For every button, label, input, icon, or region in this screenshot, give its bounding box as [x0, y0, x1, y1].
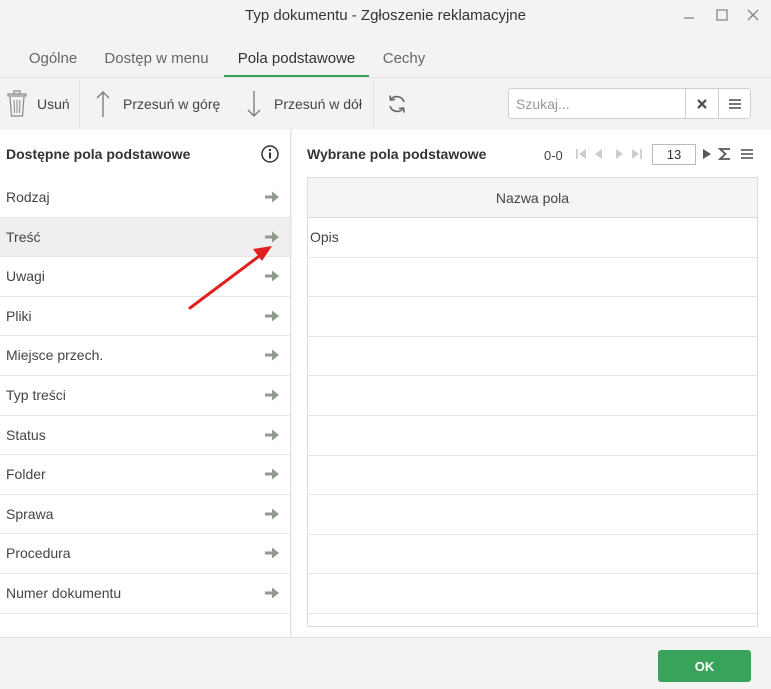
table-row[interactable] [308, 456, 757, 496]
table-row[interactable] [308, 416, 757, 456]
available-field-item[interactable]: Numer dokumentu [0, 574, 290, 614]
menu-icon [729, 98, 741, 109]
available-field-label: Miejsce przech. [6, 347, 104, 364]
search-menu-button[interactable] [718, 89, 751, 118]
pager-range: 0-0 [544, 148, 563, 163]
info-icon[interactable] [261, 145, 279, 163]
search-box [508, 88, 751, 119]
window-title: Typ dokumentu - Zgłoszenie reklamacyjne [245, 7, 526, 24]
search-clear-button[interactable] [685, 89, 718, 118]
column-header-field-name[interactable]: Nazwa pola [308, 178, 757, 218]
table-row[interactable] [308, 297, 757, 337]
arrow-right-icon[interactable] [264, 269, 280, 283]
maximize-button[interactable] [711, 4, 733, 26]
available-field-label: Folder [6, 466, 46, 483]
available-field-item[interactable]: Sprawa [0, 495, 290, 535]
table-row[interactable] [308, 376, 757, 416]
arrow-right-icon[interactable] [264, 467, 280, 481]
ok-button[interactable]: OK [658, 650, 751, 682]
arrow-right-icon[interactable] [264, 388, 280, 402]
field-name-cell: Opis [310, 229, 339, 245]
close-icon [747, 9, 759, 21]
delete-label: Usuń [37, 96, 70, 112]
refresh-button[interactable] [386, 78, 408, 130]
move-down-button[interactable]: Przesuń w dół [245, 78, 362, 130]
minimize-button[interactable] [678, 4, 700, 26]
selected-fields-panel: Wybrane pola podstawowe 0-0 Nazwa pola O… [292, 130, 771, 637]
available-field-item[interactable]: Procedura [0, 534, 290, 574]
trash-icon [7, 90, 27, 117]
tab-general[interactable]: Ogólne [20, 40, 86, 78]
last-page-icon[interactable] [630, 146, 644, 162]
arrow-right-icon[interactable] [264, 230, 280, 244]
arrow-right-icon[interactable] [264, 428, 280, 442]
available-field-item[interactable]: Folder [0, 455, 290, 495]
arrow-right-icon[interactable] [264, 586, 280, 600]
available-fields-header: Dostępne pola podstawowe [0, 130, 290, 178]
minimize-icon [684, 17, 694, 19]
toolbar-separator [373, 80, 374, 128]
move-up-label: Przesuń w górę [123, 96, 221, 112]
table-row[interactable] [308, 258, 757, 298]
title-bar: Typ dokumentu - Zgłoszenie reklamacyjne [0, 0, 771, 34]
tab-features[interactable]: Cechy [376, 40, 432, 78]
available-field-label: Typ treści [6, 386, 66, 403]
available-field-item[interactable]: Pliki [0, 297, 290, 337]
available-fields-title: Dostępne pola podstawowe [6, 146, 191, 162]
dialog-footer: OK [0, 637, 771, 689]
go-page-icon[interactable] [700, 146, 714, 162]
available-field-item[interactable]: Uwagi [0, 257, 290, 297]
refresh-icon [389, 95, 405, 113]
table-row[interactable]: Opis [308, 218, 757, 258]
arrow-up-icon [96, 91, 110, 117]
available-field-label: Sprawa [6, 505, 54, 522]
tab-menu-access[interactable]: Dostęp w menu [96, 40, 217, 78]
next-page-icon[interactable] [612, 146, 626, 162]
available-field-label: Treść [6, 228, 41, 245]
available-field-item[interactable]: Miejsce przech. [0, 336, 290, 376]
selected-fields-rows: Opis [308, 218, 757, 614]
arrow-right-icon[interactable] [264, 309, 280, 323]
selected-fields-grid: Nazwa pola Opis [307, 177, 758, 627]
available-field-label: Rodzaj [6, 189, 50, 205]
selected-fields-title: Wybrane pola podstawowe [307, 146, 487, 162]
clear-icon [697, 98, 707, 109]
previous-page-icon[interactable] [592, 146, 606, 162]
toolbar: Usuń Przesuń w górę Przesuń w dół [0, 78, 771, 130]
move-up-button[interactable]: Przesuń w górę [94, 78, 220, 130]
table-row[interactable] [308, 495, 757, 535]
grid-menu-icon[interactable] [740, 146, 754, 162]
arrow-down-icon [247, 91, 261, 117]
available-field-item[interactable]: Typ treści [0, 376, 290, 416]
available-fields-list: Rodzaj Treść Uwagi Pliki Miejsce przech. Typ … [0, 178, 290, 614]
arrow-right-icon[interactable] [264, 546, 280, 560]
sum-icon[interactable] [718, 146, 732, 162]
tab-bar: Ogólne Dostęp w menu Pola podstawowe Cec… [0, 40, 771, 78]
table-row[interactable] [308, 535, 757, 575]
tab-basic-fields[interactable]: Pola podstawowe [224, 40, 369, 78]
available-field-label: Procedura [6, 545, 71, 562]
available-field-label: Numer dokumentu [6, 584, 122, 601]
delete-button[interactable]: Usuń [6, 78, 70, 130]
arrow-right-icon[interactable] [264, 190, 280, 204]
available-fields-panel: Dostępne pola podstawowe Rodzaj Treść Uwag… [0, 130, 291, 637]
available-field-label: Uwagi [6, 268, 45, 285]
move-down-label: Przesuń w dół [274, 96, 362, 112]
arrow-right-icon[interactable] [264, 507, 280, 521]
arrow-right-icon[interactable] [264, 348, 280, 362]
search-input[interactable] [509, 89, 685, 118]
available-field-label: Pliki [6, 307, 32, 324]
maximize-icon [716, 9, 728, 21]
table-row[interactable] [308, 574, 757, 614]
toolbar-separator [79, 80, 80, 128]
first-page-icon[interactable] [574, 146, 588, 162]
close-button[interactable] [742, 4, 764, 26]
available-field-item[interactable]: Rodzaj [0, 178, 290, 218]
available-field-item[interactable]: Status [0, 416, 290, 456]
table-row[interactable] [308, 337, 757, 377]
available-field-item[interactable]: Treść [0, 217, 290, 258]
page-size-input[interactable] [652, 144, 696, 165]
available-field-label: Status [6, 426, 46, 443]
